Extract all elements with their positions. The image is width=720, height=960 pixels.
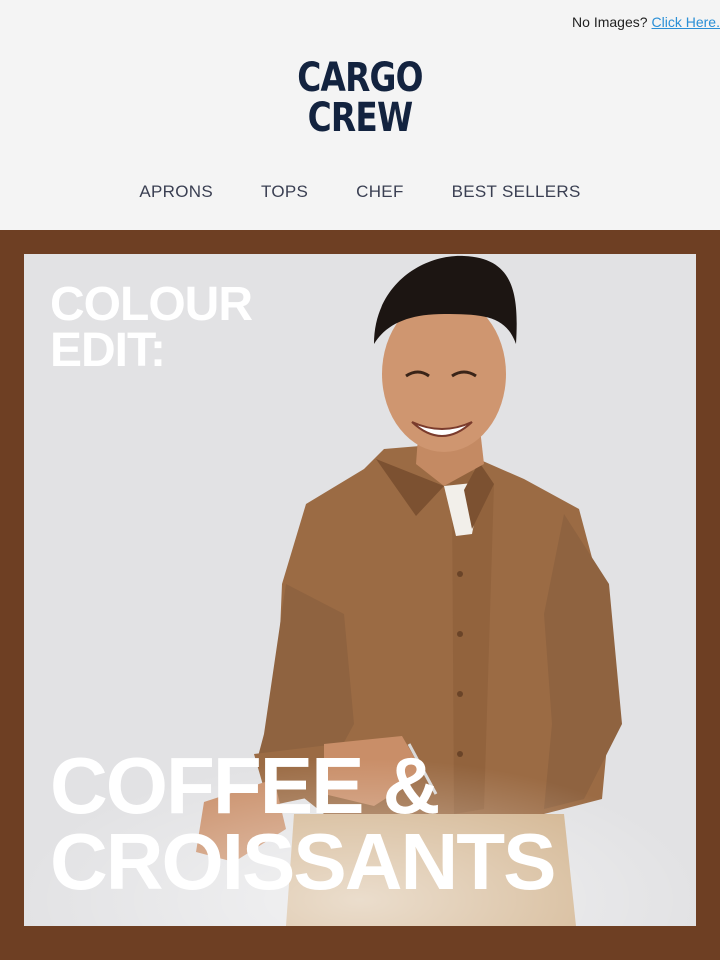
no-images-text: No Images? (572, 14, 648, 30)
nav-aprons[interactable]: APRONS (139, 182, 213, 202)
hero-headline: COFFEE & CROISSANTS (50, 741, 556, 906)
logo-line-1: CARGO (297, 55, 423, 101)
kicker-line-2: EDIT: (50, 324, 166, 377)
headline-line-1: COFFEE & (50, 741, 440, 830)
logo-line-2: CREW (307, 95, 413, 141)
nav-best-sellers[interactable]: BEST SELLERS (452, 182, 581, 202)
hero-kicker: COLOUR EDIT: (50, 278, 253, 377)
nav-tops[interactable]: TOPS (261, 182, 308, 202)
headline-line-2: CROISSANTS (50, 817, 556, 906)
no-images-bar: No Images? Click Here. (572, 14, 720, 30)
brand-logo[interactable]: CARGO CREW (65, 58, 655, 138)
main-nav: APRONS TOPS CHEF BEST SELLERS (0, 182, 720, 202)
kicker-line-1: COLOUR (50, 278, 253, 331)
click-here-link[interactable]: Click Here. (652, 14, 720, 30)
hero-banner[interactable]: COLOUR EDIT: COFFEE & CROISSANTS (24, 254, 696, 926)
nav-chef[interactable]: CHEF (356, 182, 403, 202)
